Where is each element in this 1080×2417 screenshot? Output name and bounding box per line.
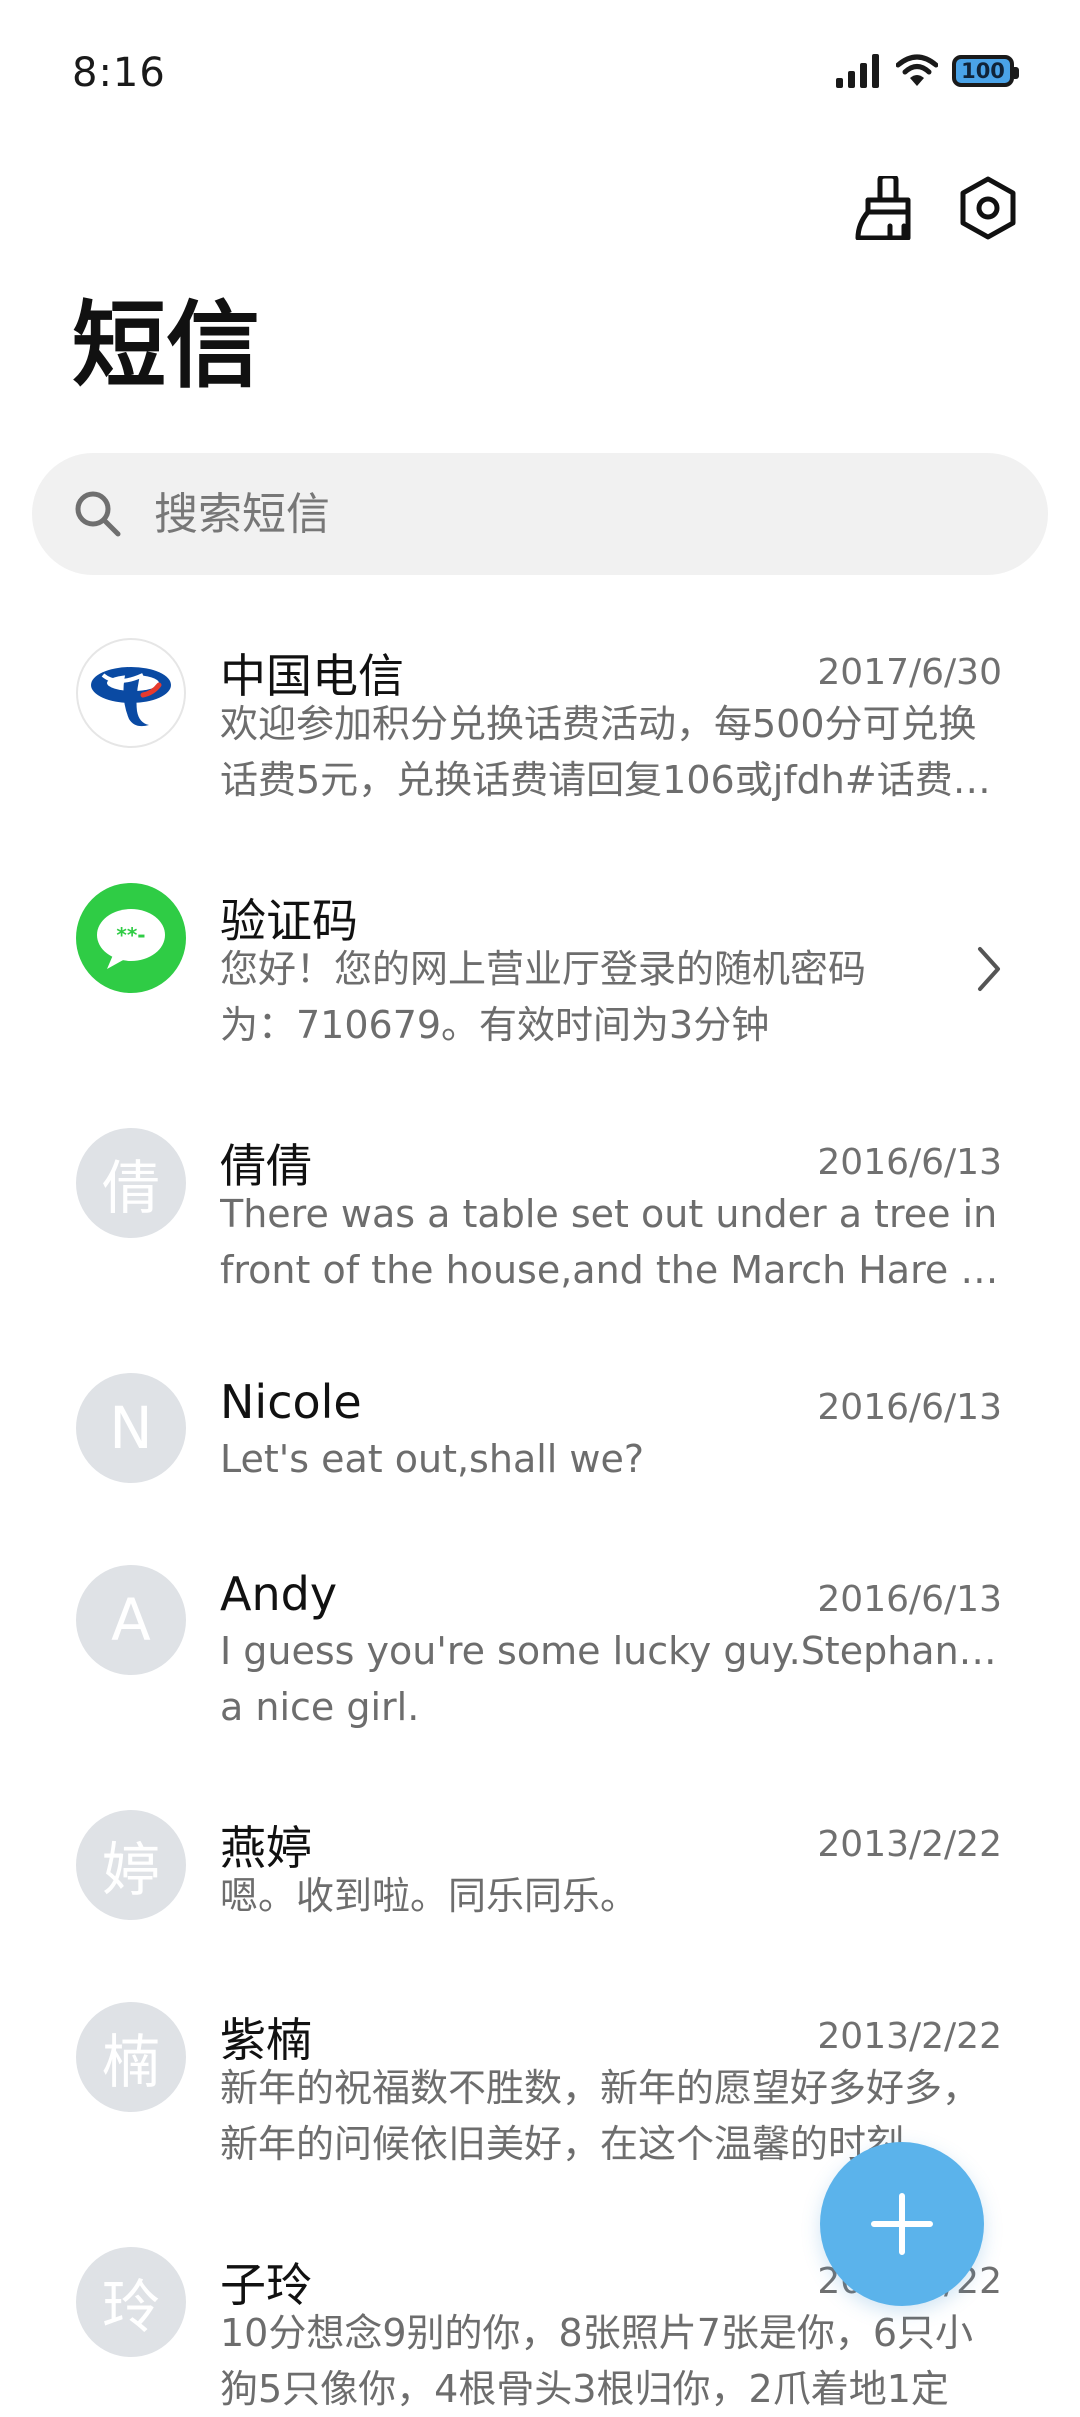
broom-icon[interactable] — [852, 176, 916, 240]
status-icons: 100 — [836, 54, 1019, 88]
preview-line: 嗯。收到啦。同乐同乐。 — [220, 1874, 639, 1918]
new-message-button[interactable] — [820, 2142, 984, 2306]
preview-line: 狗5只像你，4根骨头3根归你，2爪着地1定 — [220, 2367, 949, 2411]
page-title: 短信 — [72, 292, 261, 401]
preview-line: 新年的祝福数不胜数，新年的愿望好多好多， — [220, 2066, 981, 2110]
plus-icon — [871, 2193, 933, 2255]
conversation-row[interactable]: 中国电信 2017/6/30 欢迎参加积分兑换话费活动，每500分可兑换 话费5… — [0, 600, 1080, 845]
sender-name: Nicole — [220, 1375, 362, 1429]
avatar: A — [76, 1565, 186, 1675]
search-icon — [75, 491, 121, 537]
message-preview: 欢迎参加积分兑换话费活动，每500分可兑换 话费5元，兑换话费请回复106或jf… — [220, 696, 1005, 808]
battery-level: 100 — [961, 58, 1005, 83]
avatar: 婷 — [76, 1810, 186, 1920]
conversation-row[interactable]: 倩 倩倩 2016/6/13 There was a table set out… — [0, 1090, 1080, 1335]
message-preview: 您好！您的网上营业厅登录的随机密码 为：710679。有效时间为3分钟 — [220, 941, 940, 1053]
preview-line: 您好！您的网上营业厅登录的随机密码 — [220, 947, 867, 991]
conversation-row[interactable]: **- 验证码 您好！您的网上营业厅登录的随机密码 为：710679。有效时间为… — [0, 845, 1080, 1090]
signal-icon — [836, 54, 879, 88]
settings-icon[interactable] — [956, 176, 1020, 240]
message-preview: There was a table set out under a tree i… — [220, 1186, 1005, 1298]
conversation-row[interactable]: A Andy 2016/6/13 I guess you're some luc… — [0, 1527, 1080, 1772]
message-preview: 嗯。收到啦。同乐同乐。 — [220, 1868, 1005, 1924]
preview-line: front of the house,and the March Hare an… — [220, 1248, 1005, 1292]
avatar: 玲 — [76, 2247, 186, 2357]
preview-line: 为：710679。有效时间为3分钟 — [220, 1003, 770, 1047]
search-input[interactable] — [152, 487, 1006, 541]
preview-line: Let's eat out,shall we? — [220, 1437, 645, 1481]
avatar: 倩 — [76, 1128, 186, 1238]
top-actions — [852, 176, 1020, 240]
svg-text:**-: **- — [116, 923, 145, 947]
message-date: 2013/2/22 — [817, 2016, 1002, 2057]
avatar: 楠 — [76, 2002, 186, 2112]
message-preview: Let's eat out,shall we? — [220, 1431, 1005, 1487]
preview-line: 话费5元，兑换话费请回复106或jfdh#话费… — [220, 758, 991, 802]
message-preview: 10分想念9别的你，8张照片7张是你，6只小 狗5只像你，4根骨头3根归你，2爪… — [220, 2305, 1005, 2417]
conversation-row[interactable]: 婷 燕婷 2013/2/22 嗯。收到啦。同乐同乐。 — [0, 1772, 1080, 1964]
chevron-right-icon[interactable] — [974, 945, 1004, 993]
preview-line: There was a table set out under a tree i… — [220, 1192, 998, 1236]
preview-line: 10分想念9别的你，8张照片7张是你，6只小 — [220, 2311, 974, 2355]
china-telecom-logo — [76, 638, 186, 748]
chat-bubble-icon: **- — [76, 883, 186, 993]
preview-line: I guess you're some lucky guy.Stephanie … — [220, 1629, 1005, 1673]
message-preview: I guess you're some lucky guy.Stephanie … — [220, 1623, 1005, 1735]
battery-icon: 100 — [952, 55, 1019, 87]
status-time: 8:16 — [72, 50, 166, 96]
message-date: 2016/6/13 — [817, 1579, 1002, 1620]
preview-line: a nice girl. — [220, 1685, 420, 1729]
message-date: 2013/2/22 — [817, 1824, 1002, 1865]
preview-line: 欢迎参加积分兑换话费活动，每500分可兑换 — [220, 702, 977, 746]
message-date: 2016/6/13 — [817, 1387, 1002, 1428]
conversation-row[interactable]: N Nicole 2016/6/13 Let's eat out,shall w… — [0, 1335, 1080, 1527]
message-date: 2017/6/30 — [817, 652, 1002, 693]
search-bar[interactable] — [32, 453, 1048, 575]
avatar: N — [76, 1373, 186, 1483]
message-date: 2016/6/13 — [817, 1142, 1002, 1183]
status-bar: 8:16 100 — [0, 0, 1080, 150]
wifi-icon — [896, 54, 938, 86]
sender-name: Andy — [220, 1567, 338, 1621]
